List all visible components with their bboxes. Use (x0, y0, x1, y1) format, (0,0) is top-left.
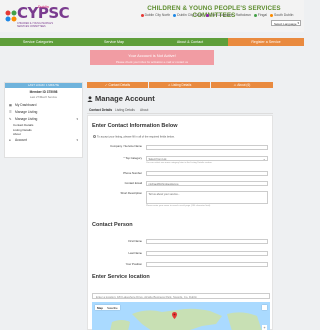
site-header: CYPSC Dublin CHILDREN & YOUNG PEOPLE'S S… (0, 0, 304, 32)
area-label[interactable]: South Dublin (274, 13, 293, 17)
area-label[interactable]: Dún Laoghaire - Rathdown (210, 13, 251, 17)
area-dot-icon (173, 13, 177, 17)
logo-mark-icon (5, 10, 17, 22)
location-map[interactable]: Map Satellite + (92, 302, 270, 330)
map-search-input[interactable]: Enter a location: 183 Lakeshore Drive, A… (92, 293, 270, 299)
tab-listing-details[interactable]: Listing Details (115, 108, 135, 112)
category-help: You can select one more category later i… (146, 162, 213, 164)
sidebar-item-manage-listing[interactable]: ☰ Manage Listing (5, 109, 82, 116)
email-label: Contact Email (124, 181, 142, 185)
last-name-label: Last Name (128, 251, 142, 255)
form-note: To accept your listing, please fill in a… (93, 135, 175, 139)
area-dot-icon (253, 13, 257, 17)
fullscreen-icon[interactable] (262, 305, 267, 310)
sidebar-header: LAST LOGIN: 1 MINUTE (5, 83, 82, 88)
sidebar-item-listing-expanded[interactable]: ✎ Manage Listing ▾ (5, 116, 82, 123)
area-label[interactable]: Dublin City South (177, 13, 203, 17)
account-sidebar: LAST LOGIN: 1 MINUTE Member ID 375098 La… (4, 82, 83, 158)
main-nav: Service Categories Service Map About & C… (0, 38, 304, 46)
nav-service-categories[interactable]: Service Categories (0, 38, 76, 46)
user-icon (87, 95, 93, 102)
top-tab-contact[interactable]: ✓ Contact Details (87, 82, 148, 88)
last-name-input[interactable] (146, 251, 268, 256)
area-label[interactable]: Fingal (258, 13, 267, 17)
tab-contact-details[interactable]: Contact Details (89, 108, 112, 112)
site-logo[interactable]: CYPSC Dublin CHILDREN & YOUNG PEOPLE'S S… (4, 3, 70, 31)
description-label: Short Description (120, 191, 142, 195)
contact-form-card: Enter Contact Information Below To accep… (87, 115, 273, 330)
description-help: Please enter your name to search result … (146, 205, 211, 207)
sidebar-item-account[interactable]: ● Account ▾ (5, 137, 82, 144)
email-input[interactable]: michael@tchnoloeology.ie (146, 181, 268, 186)
subtabs: Contact Details Listing Details About (87, 107, 273, 114)
top-tabs: ✓ Contact Details ⚠ Listing Details ⚠ Ab… (87, 82, 273, 88)
phone-label: Phone Number (123, 171, 142, 175)
language-select[interactable]: Select Language (271, 20, 301, 26)
position-label: Your Position (125, 262, 142, 266)
top-tab-about[interactable]: ⚠ About (6) (211, 82, 273, 88)
dashboard-icon: ▦ (9, 103, 12, 107)
phone-input[interactable] (146, 171, 268, 176)
nav-about-contact[interactable]: About & Contact (152, 38, 228, 46)
alert-subtitle: Please check your inbox for activation e… (115, 59, 189, 64)
zoom-in-icon[interactable]: + (262, 325, 267, 330)
person-section-title: Contact Person (92, 222, 133, 228)
list-icon: ☰ (9, 110, 12, 114)
company-input[interactable] (146, 145, 268, 150)
first-name-label: First Name (128, 239, 142, 243)
logo-small: Dublin (38, 5, 49, 9)
member-id: Member ID 375098 (29, 90, 58, 94)
nav-register-service[interactable]: Register a Service (228, 38, 304, 46)
edit-icon: ✎ (9, 117, 12, 121)
top-tab-label: Listing Details (171, 83, 192, 87)
position-input[interactable] (146, 262, 268, 267)
category-select[interactable]: Select from List (146, 156, 268, 161)
area-dot-icon (140, 13, 144, 17)
area-dot-icon (270, 13, 273, 17)
sidebar-item-dashboard[interactable]: ▦ My Dashboard (5, 102, 82, 109)
map-pin-icon (172, 312, 177, 319)
first-name-input[interactable] (146, 239, 268, 244)
map-tab-map[interactable]: Map (95, 305, 105, 311)
area-label[interactable]: Dublin City North (145, 13, 171, 17)
sidebar-item-label: My Dashboard (15, 103, 37, 107)
top-tab-listing[interactable]: ⚠ Listing Details (149, 82, 210, 88)
area-list: Dublin City North Dublin City South Dún … (130, 13, 302, 17)
page-title-text: Manage Account (95, 94, 155, 103)
contact-section-title: Enter Contact Information Below (92, 123, 178, 129)
nav-service-map[interactable]: Service Map (76, 38, 152, 46)
chevron-down-icon: ▾ (76, 137, 78, 142)
sidebar-item-label: Manage Listing (15, 117, 38, 121)
category-label: * Top Category (123, 156, 142, 160)
tab-about[interactable]: About (140, 108, 148, 112)
inactive-account-alert: Your Account is Not Active! Please check… (90, 50, 214, 65)
page-title: Manage Account (87, 94, 155, 103)
location-section-title: Enter Service location (92, 274, 150, 280)
top-tab-label: Contact Details (108, 83, 131, 87)
map-tab-satellite[interactable]: Satellite (105, 305, 120, 311)
chevron-down-icon: ▾ (76, 117, 78, 121)
logo-subtitle: CHILDREN & YOUNG PEOPLE'S SERVICES COMMI… (17, 22, 54, 28)
company-label: Company / Service Name (110, 144, 142, 148)
sidebar-item-label: Manage Listing (15, 110, 38, 114)
alert-title: Your Account is Not Active! (128, 52, 176, 58)
area-dot-icon (206, 13, 210, 17)
sidebar-item-label: Account (15, 137, 27, 142)
info-icon (93, 135, 96, 138)
top-tab-label: About (6) (237, 83, 251, 87)
map-type-tabs: Map Satellite (95, 305, 120, 310)
user-icon: ● (9, 137, 11, 142)
form-note-text: To accept your listing, please fill in a… (97, 135, 175, 139)
description-textarea[interactable]: Tell us about your service... (146, 191, 268, 204)
main-content: ✓ Contact Details ⚠ Listing Details ⚠ Ab… (87, 82, 273, 330)
